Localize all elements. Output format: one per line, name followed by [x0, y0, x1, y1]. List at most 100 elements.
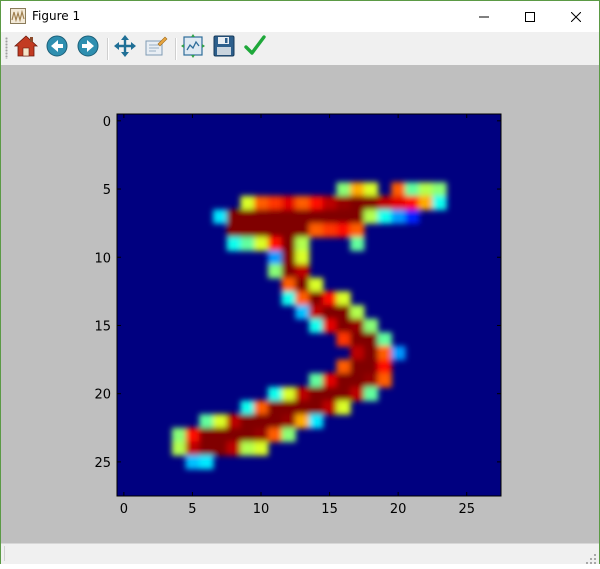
forward-button[interactable]: [75, 35, 101, 61]
save-button[interactable]: [211, 35, 237, 61]
heatmap-cell: [309, 305, 324, 320]
window-title: Figure 1: [32, 9, 81, 23]
heatmap-cell: [281, 236, 296, 252]
heatmap-cell: [350, 195, 365, 211]
heatmap-cell: [363, 195, 379, 211]
heatmap-cell: [322, 195, 338, 211]
home-button[interactable]: [13, 35, 39, 61]
heatmap-cell: [281, 250, 296, 265]
heatmap-cell: [281, 386, 296, 402]
heatmap-cell: [254, 427, 269, 443]
heatmap-cell: [336, 223, 351, 238]
heatmap-cell: [226, 223, 242, 238]
heatmap-cell: [281, 223, 296, 238]
heatmap-cell: [254, 441, 269, 456]
heatmap-cell: [295, 277, 310, 292]
heatmap-cell: [405, 195, 420, 211]
heatmap-cell: [432, 195, 447, 211]
heatmap-cell: [309, 209, 324, 224]
toolbar-grip[interactable]: [5, 37, 8, 59]
checkmark-icon: [243, 34, 267, 62]
heatmap-cell: [213, 441, 228, 456]
heatmap-cell: [281, 291, 296, 306]
heatmap-cell: [254, 236, 269, 252]
zoom-button[interactable]: [143, 35, 169, 61]
heatmap-cell: [295, 386, 310, 402]
heatmap-cell: [226, 236, 242, 252]
heatmap-cell: [322, 209, 338, 224]
heatmap-cell: [171, 441, 187, 456]
heatmap-cell: [267, 264, 283, 279]
heatmap-cell: [267, 386, 283, 402]
status-bar: [1, 543, 599, 564]
heatmap-cell: [309, 223, 324, 238]
heatmap-cell: [405, 209, 420, 224]
navigation-toolbar: [1, 32, 599, 65]
minimize-icon: [479, 7, 489, 26]
heatmap-cell: [240, 223, 255, 238]
heatmap-cell: [350, 345, 365, 361]
heatmap-cell: [240, 414, 255, 429]
heatmap-cell: [226, 414, 242, 429]
maximize-icon: [525, 7, 535, 26]
figure-window: Figure 1 0 5 10 15 20 25 0 5 10 15 20 25: [0, 0, 600, 564]
heatmap-cell: [295, 305, 310, 320]
heatmap-cell: [295, 209, 310, 224]
heatmap-cell: [281, 427, 296, 443]
pan-button[interactable]: [112, 35, 138, 61]
heatmap-cell: [377, 345, 392, 361]
heatmap-cell: [432, 182, 447, 197]
heatmap-cell: [185, 441, 200, 456]
heatmap-cell: [336, 400, 351, 415]
edit-parameters-button[interactable]: [242, 35, 268, 61]
close-icon: [570, 7, 582, 26]
heatmap-cell: [254, 400, 269, 415]
heatmap-cell: [267, 414, 283, 429]
x-tick-label: 25: [458, 502, 475, 517]
x-tick-label: 10: [253, 502, 270, 517]
resize-grip-icon[interactable]: [585, 550, 597, 564]
heatmap-cell: [171, 427, 187, 443]
heatmap-cell: [295, 264, 310, 279]
configure-subplots-icon: [181, 34, 205, 62]
image-plot: 0 5 10 15 20 25 0 5 10 15 20 25: [94, 113, 502, 517]
heatmap-cell: [405, 182, 420, 197]
heatmap-cell: [199, 441, 214, 456]
heatmap-cell: [363, 318, 379, 333]
heatmap-cell: [377, 373, 392, 388]
heatmap-cell: [199, 414, 214, 429]
heatmap-cell: [295, 236, 310, 252]
heatmap-cell: [240, 195, 255, 211]
pan-move-icon: [113, 34, 137, 62]
maximize-button[interactable]: [507, 1, 553, 32]
y-tick-label: 0: [103, 115, 111, 130]
minimize-button[interactable]: [461, 1, 507, 32]
heatmap-cell: [309, 373, 324, 388]
heatmap-cell: [322, 386, 338, 402]
forward-arrow-icon: [76, 34, 100, 62]
figure-app-icon: [10, 8, 26, 24]
figure-canvas[interactable]: 0 5 10 15 20 25 0 5 10 15 20 25: [1, 65, 599, 543]
heatmap-cell: [391, 182, 406, 197]
heatmap-cell: [213, 427, 228, 443]
heatmap-cell: [363, 359, 379, 374]
x-tick-label: 5: [188, 502, 196, 517]
title-bar[interactable]: Figure 1: [1, 1, 599, 32]
save-disk-icon: [212, 34, 236, 62]
heatmap-cell: [363, 332, 379, 347]
heatmap-cell: [377, 209, 392, 224]
close-button[interactable]: [553, 1, 599, 32]
heatmap-cell: [295, 195, 310, 211]
heatmap-cell: [267, 223, 283, 238]
back-button[interactable]: [44, 35, 70, 61]
heatmap-cell: [363, 386, 379, 402]
heatmap-cell: [240, 400, 255, 415]
heatmap-cell: [350, 236, 365, 252]
heatmap-cell: [350, 359, 365, 374]
heatmap-cell: [213, 209, 228, 224]
subplots-button[interactable]: [180, 34, 206, 62]
heatmap-cell: [281, 209, 296, 224]
y-tick-label: 10: [94, 251, 111, 266]
heatmap-cell: [309, 414, 324, 429]
heatmap-cell: [267, 195, 283, 211]
